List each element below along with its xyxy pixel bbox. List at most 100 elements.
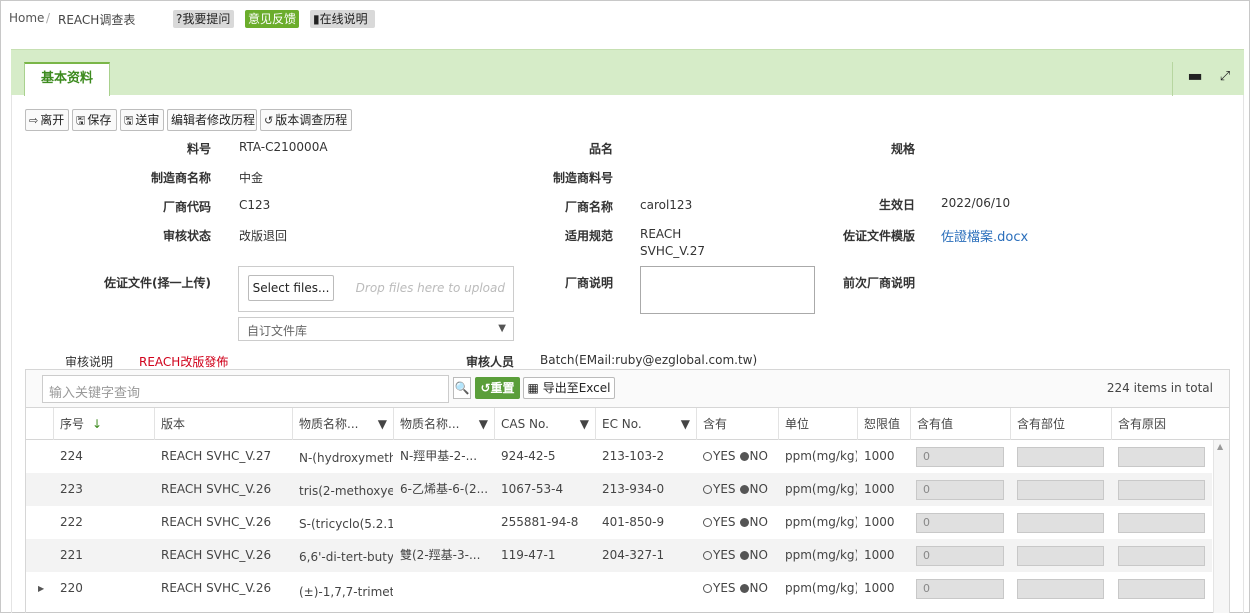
review-status-label: 审核状态 <box>162 229 211 243</box>
col-unit[interactable]: 单位 <box>778 408 857 440</box>
file-dropzone[interactable]: Select files... Drop files here to uploa… <box>238 266 514 312</box>
part-no-value: RTA-C210000A <box>239 140 328 154</box>
content-reason-field[interactable] <box>1118 480 1205 500</box>
top-bar: Home / REACH调查表 ?我要提问 意见反馈 ▮在线说明 <box>1 1 1249 35</box>
row-pointer-icon: ▶ <box>38 584 45 593</box>
vendor-code-value: C123 <box>239 198 271 212</box>
col-cas[interactable]: CAS No. ▼ <box>494 408 595 440</box>
cell-ec: 204-327-1 <box>602 548 665 562</box>
radio-no[interactable] <box>739 551 749 560</box>
content-reason-field[interactable] <box>1118 447 1205 467</box>
content-value-field[interactable]: 0 <box>916 579 1004 599</box>
part-no-label: 料号 <box>186 142 211 156</box>
col-name-cn-label: 物质名称... <box>400 417 460 431</box>
grid-header: 序号 ↓ 版本 物质名称... ▼ 物质名称... ▼ CAS No. ▼ EC No.… <box>26 408 1229 440</box>
content-value-field[interactable]: 0 <box>916 480 1004 500</box>
template-file-link[interactable]: 佐證檔案.docx <box>941 226 1028 245</box>
panel-body: ⇨ 离开 🖫 保存 🖫 送审 编辑者修改历程 ↺ 版本调查历程 料号 RTA-C2100… <box>11 95 1244 613</box>
scroll-up-icon[interactable]: ▲ <box>1217 442 1223 451</box>
table-row[interactable]: 221 REACH SVHC_V.26 6,6'-di-tert-butyl-2… <box>26 539 1212 572</box>
breadcrumb-home[interactable]: Home <box>9 11 44 25</box>
cell-name-en: 6,6'-di-tert-butyl-2 <box>299 550 393 564</box>
version-history-button[interactable]: ↺ 版本调查历程 <box>260 109 352 131</box>
filter-icon[interactable]: ▼ <box>681 408 690 440</box>
radio-no[interactable] <box>739 584 749 593</box>
radio-yes[interactable] <box>703 551 712 560</box>
leave-button[interactable]: ⇨ 离开 <box>25 109 69 131</box>
table-row[interactable]: 223 REACH SVHC_V.26 tris(2-methoxyeth 6-… <box>26 473 1212 506</box>
cell-name-cn <box>394 506 494 539</box>
save-icon: 🖫 <box>124 114 134 127</box>
submit-review-button[interactable]: 🖫 送审 <box>120 109 164 131</box>
col-version[interactable]: 版本 <box>154 408 292 440</box>
cell-cas: 924-42-5 <box>501 449 556 463</box>
radio-yes[interactable] <box>703 518 712 527</box>
prev-vendor-note-label: 前次厂商说明 <box>842 276 915 290</box>
select-files-button[interactable]: Select files... <box>248 275 334 301</box>
radio-no[interactable] <box>739 518 749 527</box>
doc-library-dropdown[interactable]: 自订文件库 ▼ <box>238 317 514 341</box>
search-input[interactable]: 输入关键字查询 <box>42 375 449 403</box>
radio-no-label: NO <box>749 548 768 562</box>
col-name-en[interactable]: 物质名称... ▼ <box>292 408 393 440</box>
radio-no[interactable] <box>739 452 749 461</box>
minimize-icon[interactable]: ▬ <box>1181 62 1209 92</box>
radio-yes-label: YES <box>713 581 736 595</box>
filter-icon[interactable]: ▼ <box>580 408 589 440</box>
radio-yes[interactable] <box>703 452 712 461</box>
vendor-code-label: 厂商代码 <box>162 200 211 214</box>
doc-library-value: 自订文件库 <box>247 324 308 338</box>
feedback-button[interactable]: 意见反馈 <box>245 10 299 28</box>
contains-radio-group: YES NO <box>697 539 778 572</box>
tab-basic-info[interactable]: 基本资料 <box>24 62 110 96</box>
filter-icon[interactable]: ▼ <box>479 408 488 440</box>
export-excel-button[interactable]: ▦ 导出至Excel <box>523 377 615 399</box>
filter-icon[interactable]: ▼ <box>378 408 387 440</box>
search-icon[interactable]: 🔍 <box>453 377 471 399</box>
content-value-field[interactable]: 0 <box>916 447 1004 467</box>
col-content-value[interactable]: 含有值 <box>910 408 1010 440</box>
col-content-part[interactable]: 含有部位 <box>1010 408 1111 440</box>
radio-no-label: NO <box>749 449 768 463</box>
radio-no[interactable] <box>739 485 749 494</box>
radio-yes[interactable] <box>703 485 712 494</box>
save-label: 保存 <box>87 113 112 127</box>
content-value-field[interactable]: 0 <box>916 546 1004 566</box>
content-value-field[interactable]: 0 <box>916 513 1004 533</box>
ask-question-button[interactable]: ?我要提问 <box>173 10 234 28</box>
col-ec[interactable]: EC No. ▼ <box>595 408 696 440</box>
radio-no-label: NO <box>749 482 768 496</box>
vertical-scrollbar[interactable]: ▲ <box>1213 440 1229 613</box>
content-part-field[interactable] <box>1017 447 1104 467</box>
content-reason-field[interactable] <box>1118 579 1205 599</box>
col-name-cn[interactable]: 物质名称... ▼ <box>393 408 494 440</box>
cell-ec: 213-103-2 <box>602 449 665 463</box>
cell-limit: 1000 <box>864 482 895 496</box>
content-reason-field[interactable] <box>1118 513 1205 533</box>
content-part-field[interactable] <box>1017 480 1104 500</box>
cell-cas: 119-47-1 <box>501 548 556 562</box>
vendor-name-value: carol123 <box>640 198 693 212</box>
content-part-field[interactable] <box>1017 579 1104 599</box>
vendor-note-textarea[interactable] <box>640 266 815 314</box>
edit-history-button[interactable]: 编辑者修改历程 <box>167 109 257 131</box>
cell-version: REACH SVHC_V.27 <box>161 449 272 463</box>
col-seq[interactable]: 序号 ↓ <box>53 408 154 440</box>
table-row[interactable]: ▶ 220 REACH SVHC_V.26 (±)-1,7,7-trimethy… <box>26 572 1212 605</box>
online-help-button[interactable]: ▮在线说明 <box>310 10 375 28</box>
table-row[interactable]: 222 REACH SVHC_V.26 S-(tricyclo(5.2.1.0 … <box>26 506 1212 539</box>
col-limit[interactable]: 恕限值 <box>857 408 910 440</box>
content-part-field[interactable] <box>1017 513 1104 533</box>
save-button[interactable]: 🖫 保存 <box>72 109 117 131</box>
effective-date-label: 生效日 <box>878 198 915 212</box>
col-contains[interactable]: 含有 <box>696 408 778 440</box>
cell-seq: 224 <box>60 449 83 463</box>
content-part-field[interactable] <box>1017 546 1104 566</box>
col-content-reason[interactable]: 含有原因 <box>1111 408 1212 440</box>
table-row[interactable]: 224 REACH SVHC_V.27 N-(hydroxymethyl N-羥… <box>26 440 1212 473</box>
content-reason-field[interactable] <box>1118 546 1205 566</box>
radio-yes[interactable] <box>703 584 712 593</box>
expand-icon[interactable]: ⤢ <box>1211 62 1239 92</box>
cell-unit: ppm(mg/kg) <box>785 482 857 496</box>
reset-button[interactable]: ↺重置 <box>475 377 520 399</box>
